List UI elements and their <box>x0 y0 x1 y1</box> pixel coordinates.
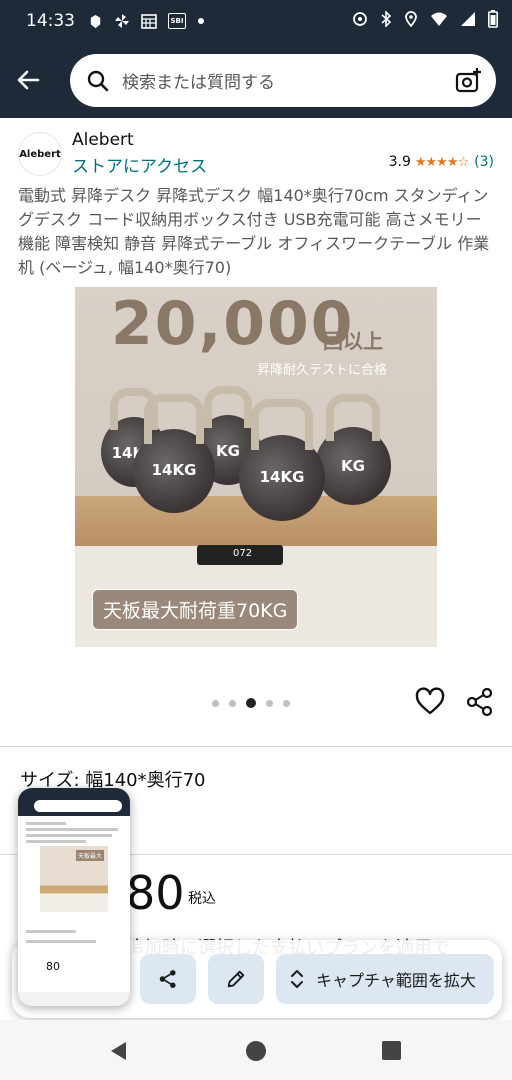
product-title: 電動式 昇降デスク 昇降式デスク 幅140*奥行70cm スタンディングデスク … <box>18 186 490 277</box>
image-headline-suffix: 回以上 <box>323 329 383 353</box>
carousel-dot[interactable] <box>212 699 219 707</box>
battery-icon <box>488 10 498 32</box>
thumbnail-product-image: 天板最大 <box>40 846 108 912</box>
search-input[interactable]: 検索または質問する <box>70 54 496 107</box>
brand-row: Alebert Alebert ストアにアクセス 3.9 ★★★★☆ (3) <box>0 118 512 180</box>
product-image[interactable]: 20,000 回以上 昇降耐久テストに合格 14KG KG KG 14KG 14… <box>75 287 437 647</box>
kettlebell-image: 14KG <box>239 398 325 521</box>
sbi-icon: SBI <box>168 13 186 29</box>
brand-logo[interactable]: Alebert <box>18 132 62 176</box>
signal-icon <box>460 11 476 31</box>
carousel-dot[interactable] <box>229 699 236 707</box>
visit-store-link[interactable]: ストアにアクセス <box>72 152 207 177</box>
pinwheel-icon <box>114 13 130 29</box>
heart-icon <box>415 687 445 715</box>
share-icon <box>466 687 493 717</box>
brand-name: Alebert <box>72 130 134 150</box>
image-load-badge: 天板最大耐荷重70KG <box>92 589 299 630</box>
expand-capture-button[interactable]: キャプチャ範囲を拡大 <box>276 954 494 1004</box>
thumbnail-badge: 天板最大 <box>76 850 105 861</box>
kettlebell-image: KG <box>315 394 391 505</box>
image-carousel-dots[interactable] <box>212 698 290 708</box>
star-rating-icon: ★★★★☆ <box>414 154 469 170</box>
status-bar: 14:33 SBI <box>0 0 512 42</box>
location-icon <box>404 11 418 31</box>
carousel-dot[interactable] <box>266 699 273 707</box>
screenshot-edit-button[interactable] <box>208 954 264 1004</box>
desk-controller-image: 072 <box>197 545 283 565</box>
rating-score: 3.9 <box>388 154 411 170</box>
tax-label: 税込 <box>188 891 216 907</box>
triangle-back-icon <box>111 1042 126 1060</box>
rating-count[interactable]: (3) <box>474 154 494 170</box>
kettlebell-image: 14KG <box>133 393 215 513</box>
back-arrow-icon <box>17 70 40 90</box>
expand-vertical-icon <box>291 970 303 988</box>
controller-display: 072 <box>233 548 253 559</box>
section-divider <box>0 746 512 747</box>
nav-recents-button[interactable] <box>382 1041 401 1060</box>
wifi-icon <box>430 11 448 31</box>
search-header: 検索または質問する <box>0 42 512 118</box>
carousel-dot-active[interactable] <box>246 698 256 708</box>
camera-search-icon[interactable] <box>454 67 482 95</box>
wishlist-button[interactable] <box>414 686 446 718</box>
share-button[interactable] <box>464 686 496 718</box>
back-button[interactable] <box>12 64 44 96</box>
screenshot-thumbnail[interactable]: 天板最大 80 <box>18 788 130 1006</box>
location-off-icon <box>352 11 368 31</box>
bluetooth-icon <box>380 10 392 31</box>
notification-dot <box>198 18 204 24</box>
share-icon <box>159 970 176 988</box>
pencil-icon <box>227 970 245 988</box>
nav-back-button[interactable] <box>108 1040 130 1062</box>
screenshot-share-button[interactable] <box>140 954 196 1004</box>
app-icon <box>87 13 103 29</box>
search-placeholder: 検索または質問する <box>122 73 275 93</box>
system-nav-bar <box>0 1020 512 1080</box>
nav-home-button[interactable] <box>246 1041 266 1061</box>
search-icon <box>87 70 109 91</box>
rating-summary[interactable]: 3.9 ★★★★☆ (3) <box>389 154 494 170</box>
image-subtext: 昇降耐久テストに合格 <box>257 363 388 378</box>
carousel-dot[interactable] <box>283 699 290 707</box>
calendar-icon <box>141 13 157 29</box>
expand-capture-label: キャプチャ範囲を拡大 <box>316 971 476 990</box>
image-headline-number: 20,000 <box>111 289 355 359</box>
price-value: 80 <box>126 866 185 920</box>
thumbnail-price: 80 <box>46 960 60 973</box>
status-time: 14:33 <box>26 11 75 31</box>
